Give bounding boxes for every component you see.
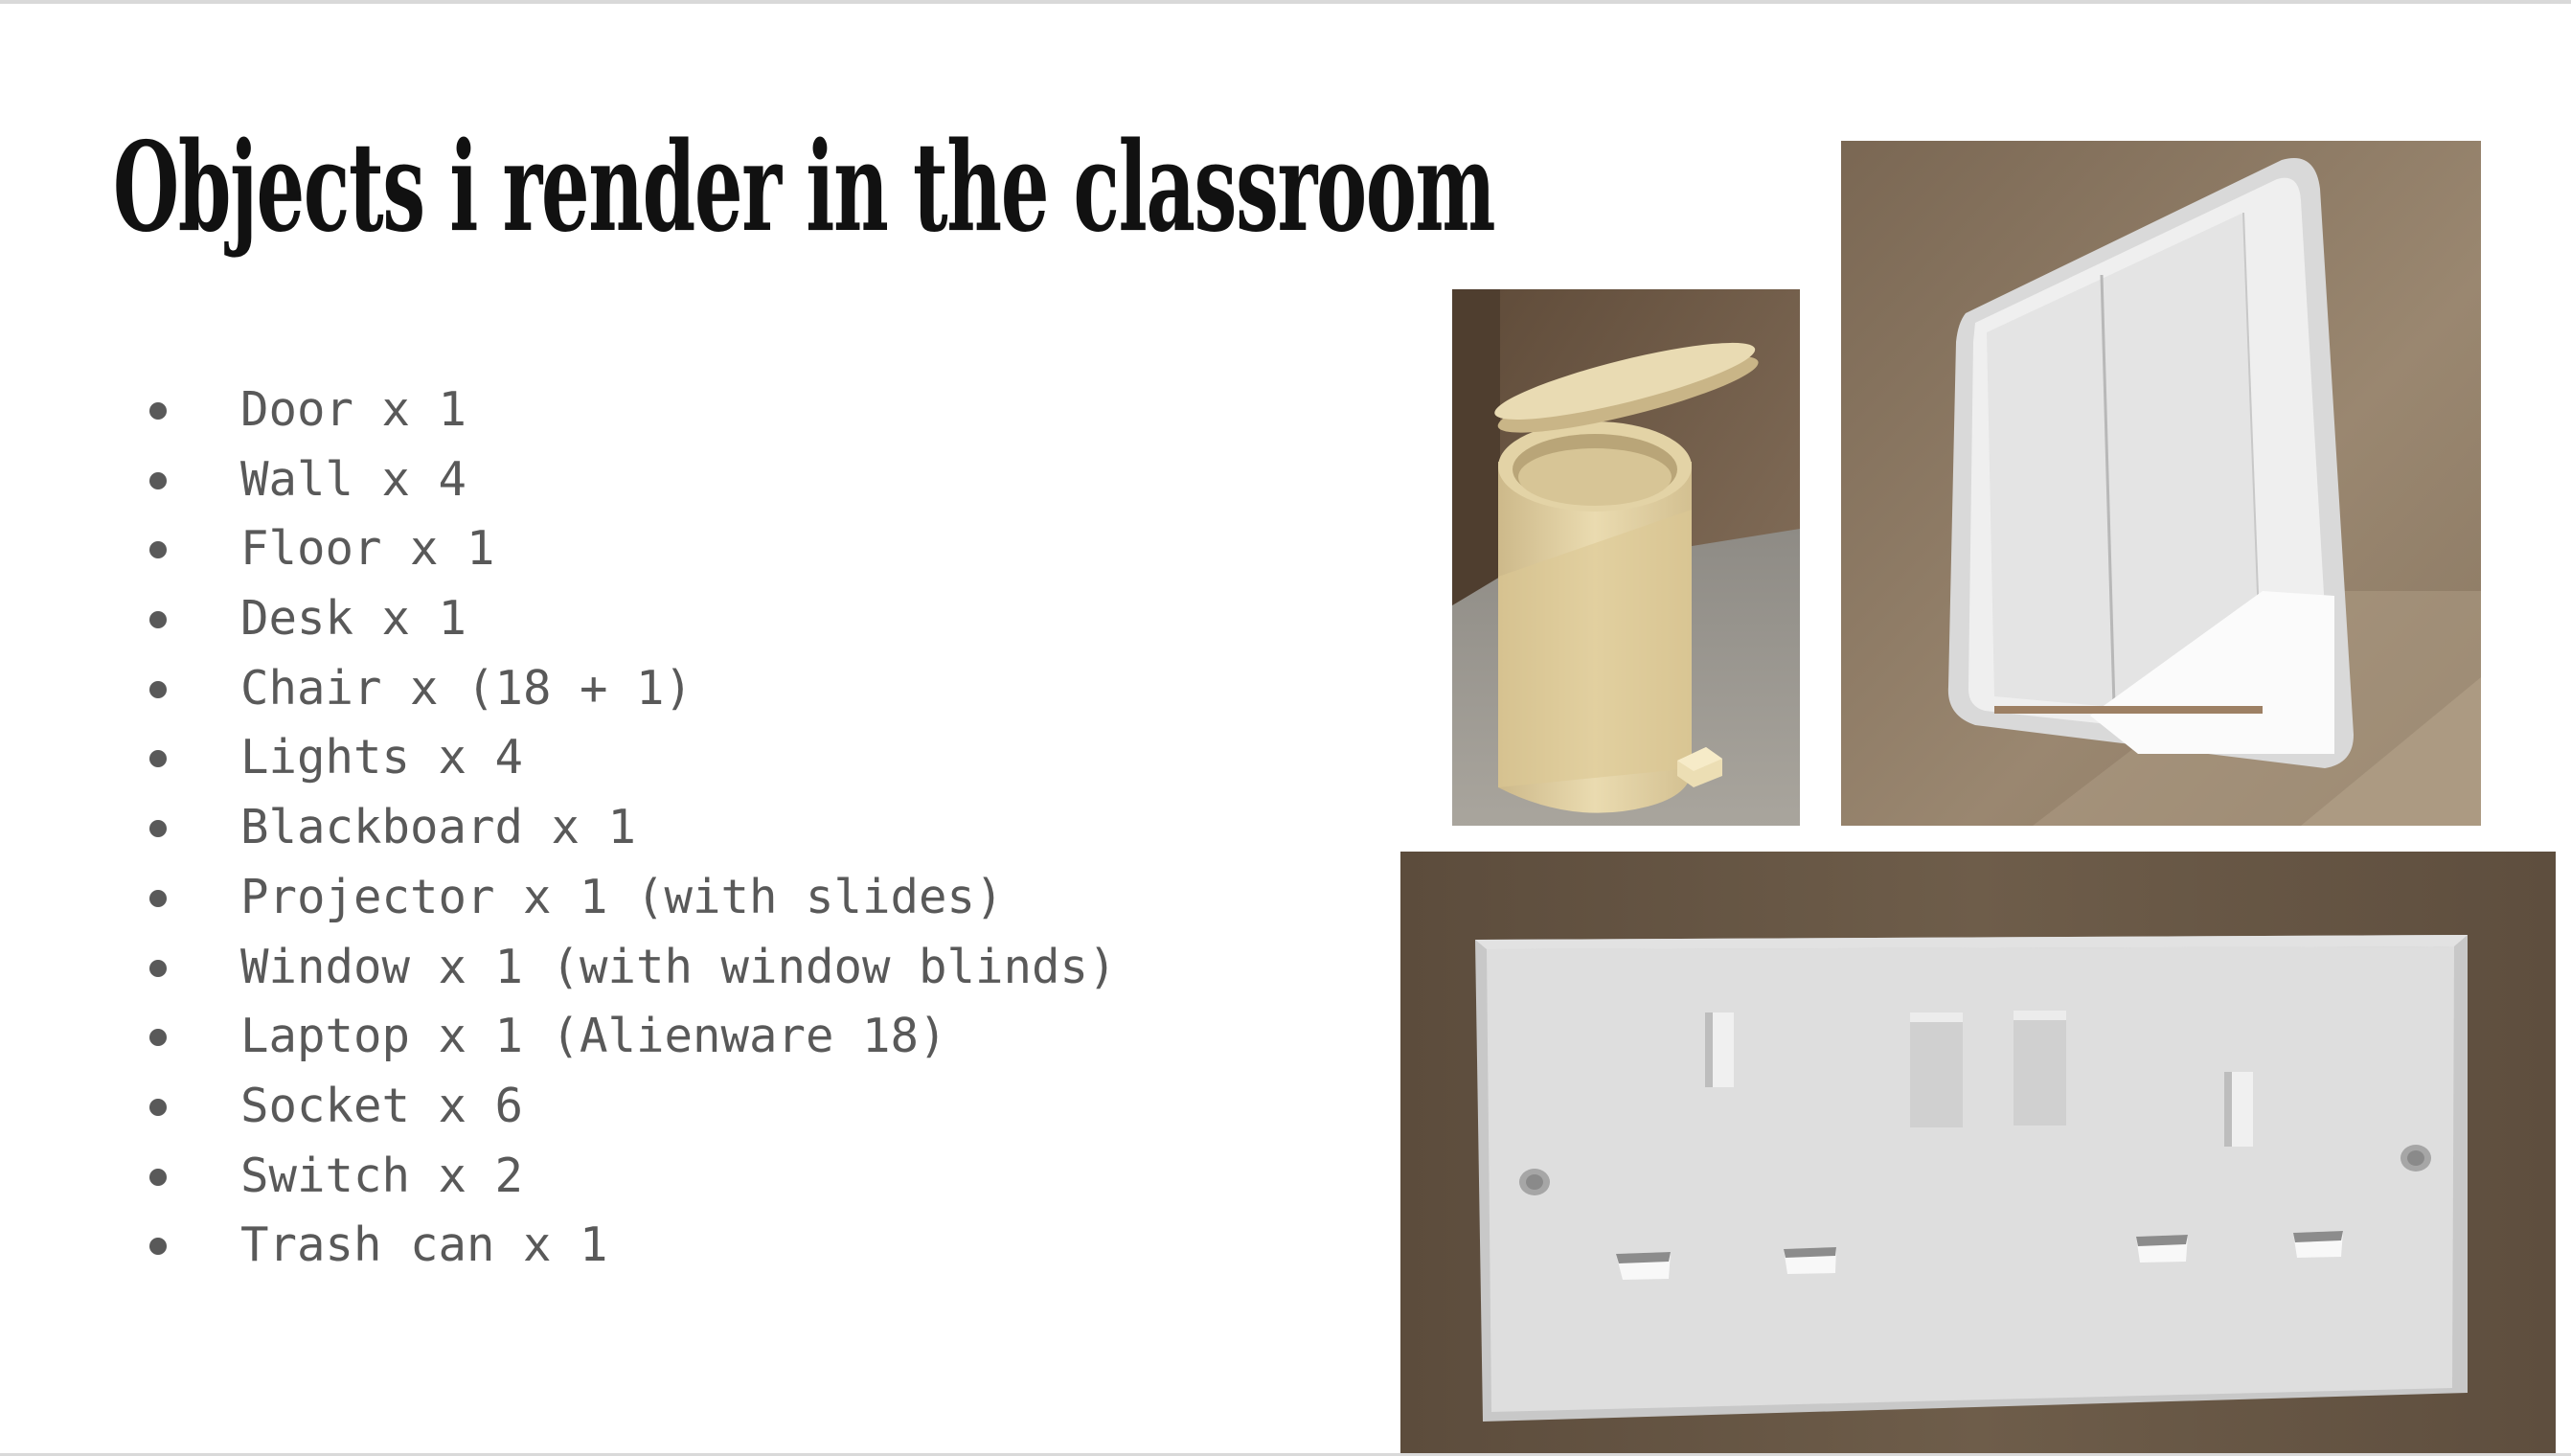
wall-socket-render xyxy=(1400,852,2556,1453)
list-item-text: Projector x 1 (with slides) xyxy=(240,869,1004,924)
bullet-icon xyxy=(149,959,167,977)
list-item-text: Door x 1 xyxy=(240,382,467,437)
bullet-icon xyxy=(149,680,167,698)
bullet-icon xyxy=(149,1029,167,1047)
trash-can-render xyxy=(1452,289,1800,826)
bullet-icon xyxy=(149,1098,167,1116)
list-item-text: Switch x 2 xyxy=(240,1148,524,1203)
slide-title: Objects i render in the classroom xyxy=(113,116,1495,260)
list-item-text: Floor x 1 xyxy=(240,521,495,577)
list-item-text: Chair x (18 + 1) xyxy=(240,660,694,716)
light-switch-render xyxy=(1841,141,2481,826)
bullet-icon xyxy=(149,402,167,420)
bullet-icon xyxy=(149,889,167,907)
bullet-icon xyxy=(149,1168,167,1186)
list-item-text: Blackboard x 1 xyxy=(240,800,637,855)
list-item-text: Trash can x 1 xyxy=(240,1217,608,1273)
bullet-icon xyxy=(149,1238,167,1256)
list-item-text: Wall x 4 xyxy=(240,451,467,507)
list-item-text: Window x 1 (with window blinds) xyxy=(240,939,1117,994)
list-item-text: Desk x 1 xyxy=(240,591,467,647)
bullet-icon xyxy=(149,471,167,489)
bullet-icon xyxy=(149,541,167,559)
bullet-icon xyxy=(149,820,167,838)
bullet-icon xyxy=(149,611,167,629)
bullet-icon xyxy=(149,750,167,768)
list-item-text: Lights x 4 xyxy=(240,730,524,785)
list-item-text: Socket x 6 xyxy=(240,1078,524,1133)
list-item-text: Laptop x 1 (Alienware 18) xyxy=(240,1009,947,1064)
slide: Objects i render in the classroom Door x… xyxy=(0,0,2571,1456)
